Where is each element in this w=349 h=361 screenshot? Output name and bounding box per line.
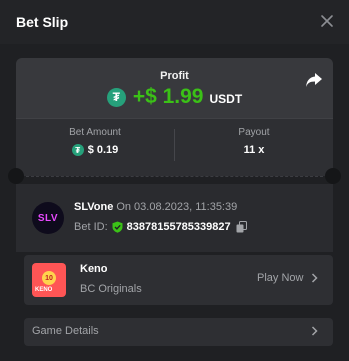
- play-now-button[interactable]: Play Now: [257, 272, 319, 284]
- usdt-coin-icon: ₮: [106, 87, 126, 107]
- bet-id-value: 83878155785339827: [126, 221, 231, 233]
- payout-value: 11 x: [243, 144, 265, 156]
- share-arrow-icon[interactable]: [305, 72, 323, 88]
- bet-slip-header: Bet Slip: [0, 0, 349, 44]
- keno-game-thumbnail: 10 KENO: [32, 263, 66, 297]
- keno-ball-icon: 10: [42, 271, 56, 285]
- game-name: Keno: [80, 263, 108, 275]
- keno-thumb-text: KENO: [35, 287, 53, 293]
- bet-stats-panel: Bet Amount ₮ $ 0.19 Payout 11 x: [16, 118, 333, 176]
- verified-shield-icon: [112, 221, 123, 233]
- payout-label: Payout: [238, 127, 270, 138]
- bet-id-label: Bet ID:: [74, 221, 108, 233]
- bet-id-line: Bet ID: 83878155785339827: [74, 221, 247, 233]
- bet-amount-stat: Bet Amount ₮ $ 0.19: [16, 127, 174, 156]
- avatar[interactable]: SLV: [32, 202, 64, 234]
- copy-icon[interactable]: [236, 221, 247, 233]
- ticket-dashed-divider: [26, 176, 323, 177]
- usdt-coin-icon: ₮: [71, 144, 84, 156]
- chevron-right-icon: [312, 273, 319, 283]
- ticket-notch-right: [325, 168, 341, 184]
- chevron-right-icon: [311, 326, 318, 336]
- game-details-label: Game Details: [32, 325, 99, 337]
- game-provider: BC Originals: [80, 283, 142, 295]
- bet-slip-title: Bet Slip: [16, 14, 69, 30]
- ticket-notch-left: [8, 168, 24, 184]
- profit-label: Profit: [160, 70, 189, 82]
- bet-amount-value: $ 0.19: [87, 144, 119, 156]
- bettor-line: SLVone On 03.08.2023, 11:35:39: [74, 201, 237, 213]
- bettor-info: SLV SLVone On 03.08.2023, 11:35:39 Bet ID…: [16, 184, 333, 252]
- bet-amount-label: Bet Amount: [69, 127, 121, 138]
- username[interactable]: SLVone: [74, 201, 113, 213]
- game-card[interactable]: 10 KENO Keno BC Originals Play Now: [24, 255, 333, 305]
- bet-timestamp: On 03.08.2023, 11:35:39: [116, 201, 238, 213]
- game-details-button[interactable]: Game Details: [24, 318, 333, 346]
- profit-amount-row: ₮ +$ 1.99 USDT: [16, 85, 333, 109]
- play-now-label: Play Now: [257, 272, 304, 284]
- profit-currency: USDT: [209, 91, 243, 106]
- profit-value: +$ 1.99: [132, 85, 204, 108]
- bet-amount-value-row: ₮ $ 0.19: [16, 144, 174, 156]
- close-icon[interactable]: [318, 12, 336, 30]
- payout-stat: Payout 11 x: [175, 127, 333, 156]
